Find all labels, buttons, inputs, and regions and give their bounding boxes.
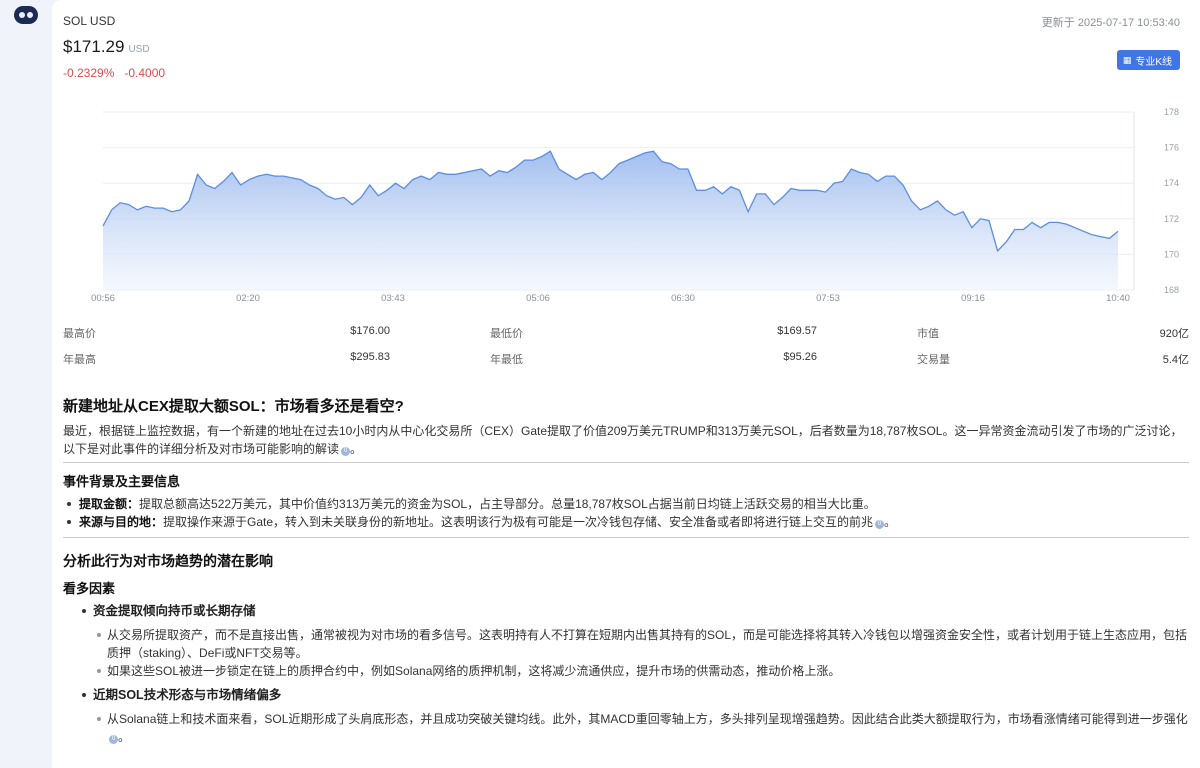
x-tick-label: 05:06 xyxy=(526,293,550,304)
stat-year-high: 年最高 $295.83 xyxy=(63,351,390,366)
article-title: 新建地址从CEX提取大额SOL：市场看多还是看空? xyxy=(63,398,404,415)
citation-icon[interactable]: 0 xyxy=(341,447,351,456)
list-item: 如果这些SOL被进一步锁定在链上的质押合约中，例如Solana网络的质押机制，这… xyxy=(63,662,1189,680)
price-change: -0.2329% -0.4000 xyxy=(63,66,165,80)
price: $171.29 USD xyxy=(63,37,150,57)
stats-table: 最高价 $176.00 最低价 $169.57 市值 920亿 年最高 $295.83 … xyxy=(63,320,1189,372)
x-tick-label: 00:56 xyxy=(91,293,115,304)
assistant-avatar xyxy=(14,6,38,24)
citation-icon[interactable]: 0 xyxy=(875,520,885,529)
stat-high: 最高价 $176.00 xyxy=(63,325,390,340)
y-tick-label: 168 xyxy=(1164,285,1179,295)
stats-row: 最高价 $176.00 最低价 $169.57 市值 920亿 xyxy=(63,320,1189,346)
x-tick-label: 09:16 xyxy=(961,293,985,304)
updated-time: 更新于 2025-07-17 10:53:40 xyxy=(1041,17,1180,29)
x-tick-label: 07:53 xyxy=(816,293,840,304)
y-tick-label: 170 xyxy=(1164,249,1179,259)
y-tick-label: 172 xyxy=(1164,214,1179,224)
x-tick-label: 10:40 xyxy=(1106,293,1130,304)
divider xyxy=(63,462,1189,463)
x-tick-label: 02:20 xyxy=(236,293,260,304)
stat-volume: 交易量 5.4亿 xyxy=(917,354,1189,366)
pro-kline-button[interactable]: ▦ 专业K线 xyxy=(1116,50,1180,70)
list-item: 来源与目的地：提取操作来源于Gate，转入到未关联身份的新地址。这表明该行为极有… xyxy=(63,513,1189,531)
answer-panel: SOL USD 更新于 2025-07-17 10:53:40 $171.29 U… xyxy=(52,0,1200,768)
stat-year-low: 年最低 $95.26 xyxy=(490,351,817,366)
y-tick-label: 176 xyxy=(1164,143,1179,153)
stat-low: 最低价 $169.57 xyxy=(490,325,817,340)
list-item: 提取金额：提取总额高达522万美元，其中价值约313万美元的资金为SOL，占主导… xyxy=(63,495,1189,513)
sub-heading-item: 近期SOL技术形态与市场情绪偏多 xyxy=(63,686,1189,704)
x-tick-label: 06:30 xyxy=(671,293,695,304)
change-percent: -0.2329% xyxy=(63,66,115,80)
y-tick-label: 178 xyxy=(1164,107,1179,117)
article: 新建地址从CEX提取大额SOL：市场看多还是看空? 最近，根据链上监控数据，有一… xyxy=(63,396,1189,746)
sub-heading-item: 资金提取倾向持币或长期存储 xyxy=(63,602,1189,620)
stats-row: 年最高 $295.83 年最低 $95.26 交易量 5.4亿 xyxy=(63,346,1189,372)
citation-icon[interactable]: 0 xyxy=(109,735,118,744)
price-unit: USD xyxy=(128,44,150,55)
background-heading: 事件背景及主要信息 xyxy=(63,474,181,489)
stat-market-cap: 市值 920亿 xyxy=(917,328,1189,340)
list-item: 从Solana链上和技术面来看，SOL近期形成了头肩底形态，并且成功突破关键均线… xyxy=(63,710,1189,746)
price-value: $171.29 xyxy=(63,37,125,56)
symbol-label: SOL USD xyxy=(63,14,116,28)
article-intro: 最近，根据链上监控数据，有一个新建的地址在过去10小时内从中心化交易所（CEX）… xyxy=(63,424,1183,456)
x-tick-label: 03:43 xyxy=(381,293,405,304)
y-tick-label: 174 xyxy=(1164,178,1179,188)
pro-kline-label: 专业K线 xyxy=(1135,56,1172,68)
change-absolute: -0.4000 xyxy=(124,66,166,80)
analysis-heading: 分析此行为对市场趋势的潜在影响 xyxy=(63,553,273,569)
list-item: 从交易所提取资产，而不是直接出售，通常被视为对市场的看多信号。这表明持有人不打算… xyxy=(63,626,1189,662)
price-chart[interactable]: 168 170 172 174 176 178 00:56 02:20 03:43 05:06 0… xyxy=(52,100,1200,310)
chart-icon: ▦ xyxy=(1122,54,1132,65)
divider xyxy=(63,537,1189,538)
bull-heading: 看多因素 xyxy=(63,581,116,596)
left-rail xyxy=(0,0,52,768)
